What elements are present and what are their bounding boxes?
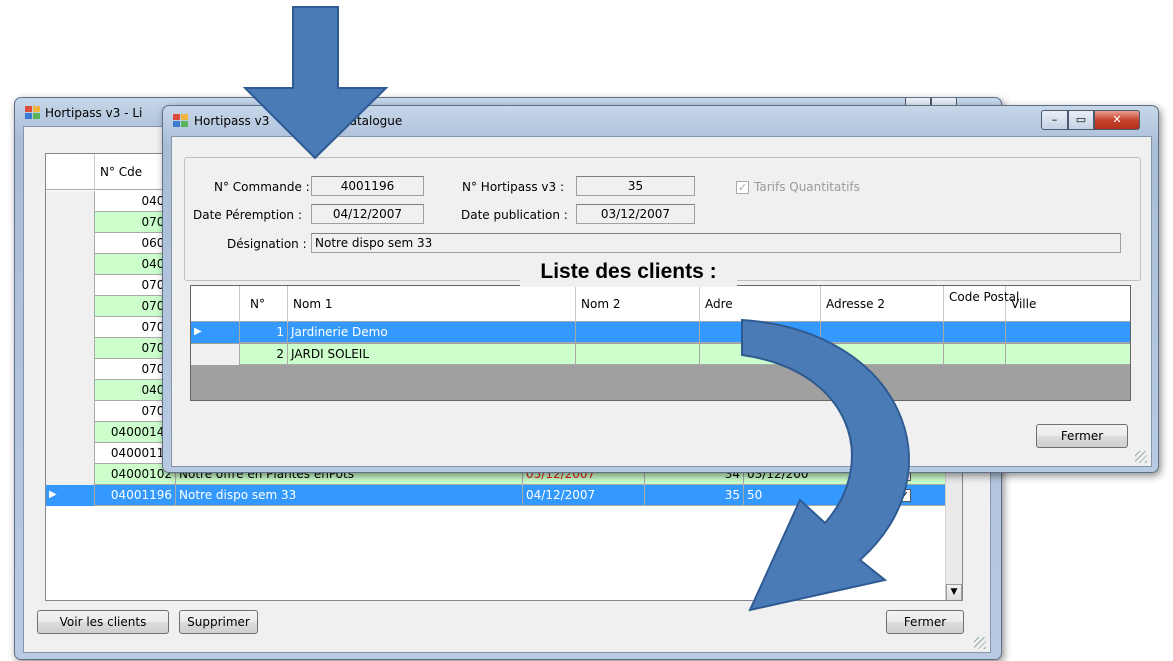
annotation-curved-arrow-icon: [741, 318, 910, 612]
